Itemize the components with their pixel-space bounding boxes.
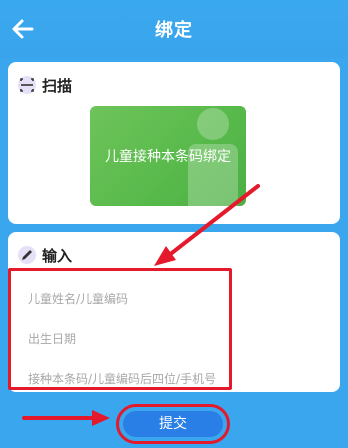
app-header: 绑定 bbox=[0, 0, 348, 58]
scan-section-header: 扫描 bbox=[18, 74, 72, 96]
page-title: 绑定 bbox=[155, 20, 193, 41]
scan-barcode-button[interactable]: 儿童接种本条码绑定 bbox=[90, 106, 246, 206]
right-arrow-icon bbox=[22, 410, 110, 426]
submit-button[interactable]: 提交 bbox=[123, 411, 223, 437]
scan-banner-text: 儿童接种本条码绑定 bbox=[105, 149, 231, 165]
scan-section-label: 扫描 bbox=[42, 76, 73, 95]
input-section-header: 输入 bbox=[18, 244, 72, 266]
input-section-label: 输入 bbox=[42, 246, 73, 265]
scan-card: 扫描 儿童接种本条码绑定 bbox=[8, 62, 340, 224]
barcode-scan-icon bbox=[18, 76, 36, 94]
pencil-icon bbox=[18, 246, 36, 264]
submit-highlight: 提交 bbox=[116, 404, 230, 444]
input-fields-highlight bbox=[8, 268, 232, 390]
